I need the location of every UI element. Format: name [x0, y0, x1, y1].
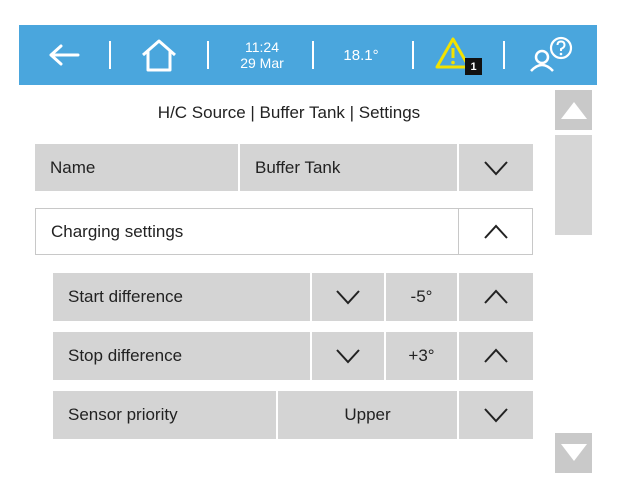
chevron-down-icon — [483, 407, 509, 423]
scroll-up-button[interactable] — [555, 90, 592, 130]
home-button[interactable] — [129, 25, 189, 85]
separator — [109, 41, 111, 69]
stop-difference-increase-button[interactable] — [459, 332, 533, 380]
scroll-down-button[interactable] — [555, 433, 592, 473]
temperature-display: 18.1° — [319, 25, 403, 85]
sensor-priority-value: Upper — [278, 391, 457, 439]
date-text: 29 Mar — [240, 55, 284, 71]
help-button[interactable] — [517, 25, 587, 85]
chevron-down-icon — [483, 160, 509, 176]
sensor-priority-label: Sensor priority — [53, 391, 276, 439]
time-text: 11:24 — [245, 39, 279, 55]
scrollbar-thumb[interactable] — [555, 135, 592, 235]
triangle-up-icon — [559, 99, 589, 121]
temperature-text: 18.1° — [343, 46, 379, 64]
chevron-up-icon — [483, 348, 509, 364]
user-help-icon — [528, 35, 576, 75]
separator — [312, 41, 314, 69]
chevron-down-icon — [335, 289, 361, 305]
stop-difference-decrease-button[interactable] — [312, 332, 384, 380]
name-value: Buffer Tank — [240, 144, 457, 191]
date-time-display: 11:24 29 Mar — [219, 25, 305, 85]
triangle-down-icon — [559, 442, 589, 464]
settings-screen: 11:24 29 Mar 18.1° 1 H/C Source | Buffer… — [19, 25, 597, 477]
charging-settings-collapse-button[interactable] — [459, 208, 533, 255]
separator — [207, 41, 209, 69]
charging-settings-header[interactable]: Charging settings — [35, 208, 459, 255]
sensor-priority-dropdown-button[interactable] — [459, 391, 533, 439]
alert-count-badge: 1 — [465, 58, 482, 75]
start-difference-label: Start difference — [53, 273, 310, 321]
top-bar: 11:24 29 Mar 18.1° 1 — [19, 25, 597, 85]
separator — [412, 41, 414, 69]
chevron-up-icon — [483, 224, 509, 240]
stop-difference-label: Stop difference — [53, 332, 310, 380]
back-button[interactable] — [39, 25, 89, 85]
start-difference-increase-button[interactable] — [459, 273, 533, 321]
stop-difference-value: +3° — [386, 332, 457, 380]
home-icon — [139, 37, 179, 73]
start-difference-decrease-button[interactable] — [312, 273, 384, 321]
chevron-down-icon — [335, 348, 361, 364]
alerts-button[interactable] — [429, 25, 489, 85]
chevron-up-icon — [483, 289, 509, 305]
start-difference-value: -5° — [386, 273, 457, 321]
name-label: Name — [35, 144, 238, 191]
name-dropdown-button[interactable] — [459, 144, 533, 191]
arrow-left-icon — [47, 43, 81, 67]
separator — [503, 41, 505, 69]
breadcrumb: H/C Source | Buffer Tank | Settings — [157, 103, 421, 122]
